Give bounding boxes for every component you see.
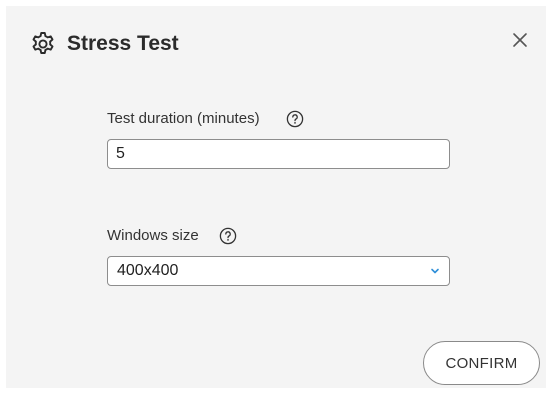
dialog-title: Stress Test bbox=[67, 32, 179, 55]
gear-icon bbox=[32, 32, 54, 54]
help-circle-icon[interactable] bbox=[219, 227, 237, 245]
chevron-down-icon[interactable] bbox=[430, 266, 440, 276]
window-size-select[interactable]: 400x400 bbox=[107, 256, 450, 286]
close-icon[interactable] bbox=[510, 30, 530, 50]
duration-input[interactable] bbox=[107, 139, 450, 169]
stress-test-dialog: Stress Test Test duration (minutes) Wind… bbox=[6, 6, 546, 388]
window-size-label: Windows size bbox=[107, 227, 199, 244]
confirm-button[interactable]: CONFIRM bbox=[423, 341, 540, 385]
window-size-selected-value: 400x400 bbox=[117, 262, 179, 279]
help-circle-icon[interactable] bbox=[286, 110, 304, 128]
dialog-header: Stress Test bbox=[6, 6, 546, 84]
duration-label: Test duration (minutes) bbox=[107, 110, 260, 127]
